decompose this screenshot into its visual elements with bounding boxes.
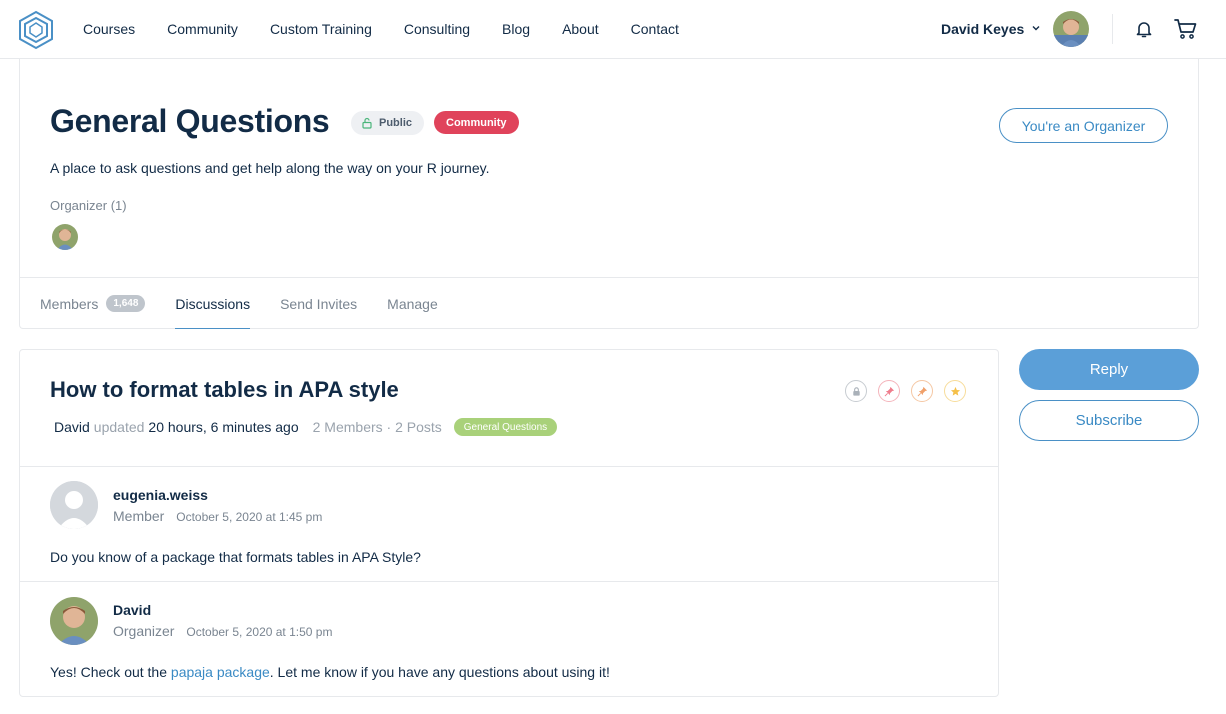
papaja-package-link[interactable]: papaja package: [171, 664, 270, 680]
subscribe-button[interactable]: Subscribe: [1019, 400, 1199, 441]
user-menu-name[interactable]: David Keyes: [941, 21, 1024, 37]
nav-courses[interactable]: Courses: [83, 21, 135, 37]
tab-discussions[interactable]: Discussions: [175, 278, 250, 329]
public-badge: Public: [351, 111, 425, 135]
lock-icon: [852, 386, 860, 396]
meta-author[interactable]: David: [54, 419, 90, 435]
pin-icon: [884, 386, 894, 396]
post-divider: [20, 581, 998, 582]
post-divider: [20, 466, 998, 467]
group-header-card: General Questions Public Community You'r…: [19, 59, 1199, 329]
organizer-label: Organizer (1): [50, 198, 127, 213]
post-role-label: Organizer: [113, 623, 175, 639]
stick-topic-button[interactable]: [878, 380, 900, 402]
bell-icon[interactable]: [1134, 19, 1154, 39]
header-divider: [1112, 14, 1113, 44]
organizer-button[interactable]: You're an Organizer: [999, 108, 1168, 143]
page-title: General Questions: [50, 103, 330, 139]
members-count-badge: 1,648: [106, 295, 146, 312]
star-icon: [950, 386, 960, 396]
post-body-text: . Let me know if you have any questions …: [269, 664, 610, 680]
post-author[interactable]: eugenia.weiss: [113, 487, 208, 503]
community-badge: Community: [434, 111, 519, 134]
discussion-meta: David updated 20 hours, 6 minutes ago 2 …: [54, 417, 558, 437]
reply-button[interactable]: Reply: [1019, 349, 1199, 390]
forum-tag[interactable]: General Questions: [453, 418, 558, 436]
main-nav: Courses Community Custom Training Consul…: [83, 0, 711, 58]
post-author[interactable]: David: [113, 602, 151, 618]
group-tabs: Members 1,648 Discussions Send Invites M…: [40, 278, 468, 329]
organizer-avatar[interactable]: [52, 224, 78, 250]
nav-consulting[interactable]: Consulting: [404, 21, 470, 37]
site-logo-icon[interactable]: [18, 10, 54, 50]
nav-contact[interactable]: Contact: [631, 21, 679, 37]
tab-members[interactable]: Members 1,648: [40, 278, 146, 329]
group-description: A place to ask questions and get help al…: [50, 160, 490, 176]
avatar[interactable]: [1053, 11, 1089, 47]
favorite-topic-button[interactable]: [944, 380, 966, 402]
tab-manage[interactable]: Manage: [387, 278, 438, 329]
post-date[interactable]: October 5, 2020 at 1:45 pm: [176, 510, 322, 524]
pin-icon: [917, 386, 927, 396]
tab-members-label: Members: [40, 295, 99, 312]
top-bar: Courses Community Custom Training Consul…: [0, 0, 1226, 59]
post-body-text: Yes! Check out the: [50, 664, 171, 680]
post-body: Do you know of a package that formats ta…: [50, 549, 421, 565]
meta-counts: 2 Members · 2 Posts: [312, 419, 442, 435]
nav-blog[interactable]: Blog: [502, 21, 530, 37]
tab-send-invites[interactable]: Send Invites: [280, 278, 357, 329]
post-role: Member October 5, 2020 at 1:45 pm: [113, 508, 322, 524]
post-role-label: Member: [113, 508, 165, 524]
discussion-card: How to format tables in APA style David …: [19, 349, 999, 697]
post-date[interactable]: October 5, 2020 at 1:50 pm: [186, 625, 332, 639]
unlock-icon: [362, 117, 372, 129]
public-badge-label: Public: [379, 117, 413, 129]
post-body: Yes! Check out the papaja package. Let m…: [50, 664, 610, 680]
cart-icon[interactable]: [1174, 18, 1198, 40]
avatar[interactable]: [50, 597, 98, 645]
chevron-down-icon[interactable]: [1030, 22, 1042, 34]
post-role: Organizer October 5, 2020 at 1:50 pm: [113, 623, 332, 639]
meta-updated-label: updated: [93, 419, 145, 435]
super-stick-topic-button[interactable]: [911, 380, 933, 402]
avatar[interactable]: [50, 481, 98, 529]
nav-community[interactable]: Community: [167, 21, 238, 37]
nav-about[interactable]: About: [562, 21, 599, 37]
discussion-title: How to format tables in APA style: [50, 377, 399, 402]
close-topic-button[interactable]: [845, 380, 867, 402]
meta-updated-time[interactable]: 20 hours, 6 minutes ago: [148, 419, 298, 435]
nav-custom-training[interactable]: Custom Training: [270, 21, 372, 37]
discussion-actions: [845, 380, 977, 402]
